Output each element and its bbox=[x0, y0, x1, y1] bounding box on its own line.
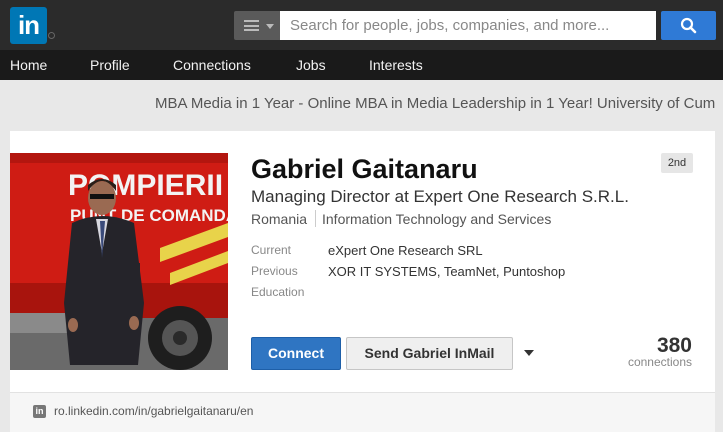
search-input[interactable] bbox=[280, 11, 656, 40]
search-category-button[interactable] bbox=[234, 11, 280, 40]
connection-degree-badge: 2nd bbox=[661, 153, 693, 173]
connections-label: connections bbox=[627, 355, 692, 369]
search-button[interactable] bbox=[661, 11, 716, 40]
chevron-down-icon bbox=[266, 24, 274, 29]
previous-label: Previous bbox=[251, 264, 298, 278]
current-position-link[interactable]: eXpert One Research SRL bbox=[328, 243, 483, 258]
main-nav: Home Profile Connections Jobs Interests bbox=[0, 50, 723, 80]
nav-connections[interactable]: Connections bbox=[173, 50, 251, 80]
connect-button[interactable]: Connect bbox=[251, 337, 341, 370]
education-label: Education bbox=[251, 285, 305, 299]
registered-mark-icon bbox=[48, 32, 55, 39]
caret-down-icon[interactable] bbox=[524, 350, 534, 356]
top-bar: in bbox=[0, 0, 723, 50]
public-profile-url[interactable]: ro.linkedin.com/in/gabrielgaitanaru/en bbox=[54, 404, 253, 418]
linkedin-logo[interactable]: in bbox=[10, 7, 47, 44]
search-icon bbox=[680, 17, 697, 34]
profile-industry[interactable]: Information Technology and Services bbox=[322, 211, 551, 227]
linkedin-icon: in bbox=[33, 405, 46, 418]
divider bbox=[315, 210, 316, 227]
profile-name: Gabriel Gaitanaru bbox=[251, 154, 478, 184]
text-ad-link[interactable]: MBA Media in 1 Year - Online MBA in Medi… bbox=[155, 95, 715, 112]
nav-interests[interactable]: Interests bbox=[369, 50, 423, 80]
menu-icon bbox=[244, 20, 259, 31]
nav-jobs[interactable]: Jobs bbox=[296, 50, 326, 80]
profile-headline: Managing Director at Expert One Research… bbox=[251, 187, 629, 206]
nav-home[interactable]: Home bbox=[10, 50, 47, 80]
profile-photo[interactable]: POMPIERII PUNT DE COMANDĂ bbox=[10, 153, 228, 370]
previous-positions-link[interactable]: XOR IT SYSTEMS, TeamNet, Puntoshop bbox=[328, 264, 565, 279]
profile-location[interactable]: Romania bbox=[251, 211, 307, 227]
send-inmail-button[interactable]: Send Gabriel InMail bbox=[346, 337, 513, 370]
nav-profile[interactable]: Profile bbox=[90, 50, 130, 80]
current-label: Current bbox=[251, 243, 292, 257]
